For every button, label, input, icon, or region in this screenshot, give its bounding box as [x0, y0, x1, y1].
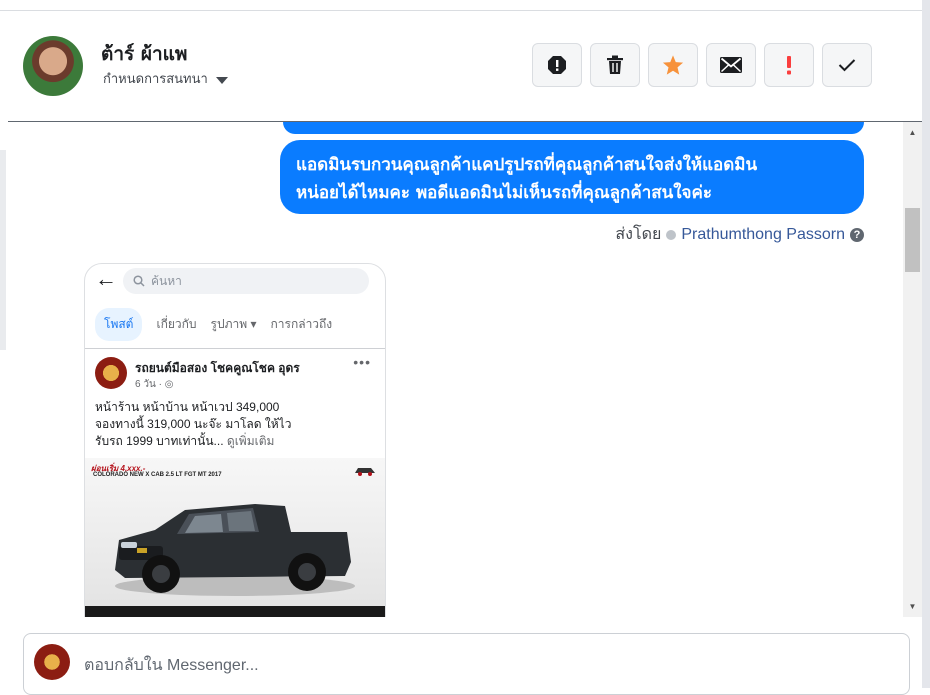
assign-conversation-dropdown[interactable]: กำหนดการสนทนา	[103, 68, 228, 89]
reply-input[interactable]: ตอบกลับใน Messenger...	[84, 653, 259, 678]
shared-image-attachment[interactable]: ← ค้นหา โพสต์ เกี่ยวกับ รูปภาพ ▾ การกล่า…	[84, 263, 386, 617]
help-icon[interactable]: ?	[850, 227, 864, 242]
tab-photos-label: รูปภาพ	[210, 317, 248, 331]
conversation-header: ต้าร์ ผ้าแพ กำหนดการสนทนา	[8, 11, 922, 122]
assign-label: กำหนดการสนทนา	[103, 72, 208, 87]
mark-done-button[interactable]	[822, 43, 872, 87]
contact-avatar[interactable]	[23, 36, 83, 96]
post-line: จองทางนี้ 319,000 นะจ๊ะ มาโลด ให้ไว	[95, 417, 292, 431]
tab-posts: โพสต์	[95, 308, 143, 341]
post-line: หน้าร้าน หน้าบ้าน หน้าเวป 349,000	[95, 400, 280, 414]
window-edge	[922, 0, 930, 688]
more-icon: •••	[353, 354, 371, 370]
post-text: หน้าร้าน หน้าบ้าน หน้าเวป 349,000 จองทาง…	[95, 399, 375, 450]
trash-icon	[607, 55, 623, 74]
pickup-truck-image	[115, 504, 355, 596]
scroll-up-icon[interactable]: ▲	[903, 124, 922, 141]
page-tabs: โพสต์ เกี่ยวกับ รูปภาพ ▾ การกล่าวถึง	[95, 308, 332, 341]
star-icon	[662, 55, 684, 75]
see-more-link: ดูเพิ่มเติม	[226, 434, 275, 448]
sent-by-info: ส่งโดย Prathumthong Passorn ?	[615, 222, 864, 247]
tab-mentions: การกล่าวถึง	[270, 317, 333, 331]
back-arrow-icon: ←	[95, 266, 117, 291]
status-dot-icon	[666, 229, 677, 240]
divider	[85, 348, 385, 349]
caret-down-icon	[215, 76, 228, 84]
tab-about: เกี่ยวกับ	[156, 317, 197, 331]
previous-message-bubble	[283, 122, 864, 134]
exclamation-icon	[787, 56, 791, 75]
mark-unread-button[interactable]	[706, 43, 756, 87]
message-line: หน่อยได้ไหมคะ พอดีแอดมินไม่เห็นรถที่คุณล…	[296, 183, 713, 203]
sent-by-label: ส่งโดย	[615, 226, 662, 243]
action-toolbar	[532, 43, 872, 87]
search-placeholder: ค้นหา	[151, 273, 182, 288]
page-avatar	[95, 357, 127, 389]
post-line: รับรถ 1999 บาทเท่านั้น...	[95, 434, 224, 448]
top-border	[0, 0, 922, 11]
tab-photos: รูปภาพ ▾	[210, 317, 257, 331]
search-bar: ค้นหา	[123, 268, 369, 294]
reply-composer[interactable]: ตอบกลับใน Messenger...	[23, 633, 910, 695]
post-time: 6 วัน ·	[135, 379, 162, 390]
contact-name[interactable]: ต้าร์ ผ้าแพ	[101, 39, 187, 69]
message-thread[interactable]: แอดมินรบกวนคุณลูกค้าแคปรูปรถที่คุณลูกค้า…	[8, 122, 903, 617]
message-line: แอดมินรบกวนคุณลูกค้าแคปรูปรถที่คุณลูกค้า…	[296, 155, 758, 175]
mark-important-button[interactable]	[764, 43, 814, 87]
photo-footer-bar	[85, 606, 385, 617]
globe-icon: ◎	[164, 379, 174, 390]
check-icon	[838, 59, 856, 72]
page-avatar	[34, 644, 70, 680]
mark-spam-button[interactable]	[532, 43, 582, 87]
vertical-scrollbar[interactable]: ▲ ▼	[903, 122, 922, 617]
post-meta: 6 วัน · ◎	[135, 377, 173, 392]
sender-name[interactable]: Prathumthong Passorn	[681, 226, 845, 244]
search-icon	[133, 275, 145, 287]
follow-up-button[interactable]	[648, 43, 698, 87]
scroll-thumb[interactable]	[905, 208, 920, 272]
outgoing-message-bubble: แอดมินรบกวนคุณลูกค้าแคปรูปรถที่คุณลูกค้า…	[280, 140, 864, 214]
car-photo: ผ่อนเริ่ม 4,xxx.- COLORADO NEW X CAB 2.5…	[85, 458, 385, 617]
scroll-down-icon[interactable]: ▼	[903, 598, 922, 615]
left-edge	[0, 150, 6, 350]
delete-button[interactable]	[590, 43, 640, 87]
mail-icon	[720, 57, 742, 73]
page-name: รถยนต์มือสอง โชคคูณโชค อุดร	[135, 361, 300, 375]
spam-icon	[548, 56, 566, 74]
